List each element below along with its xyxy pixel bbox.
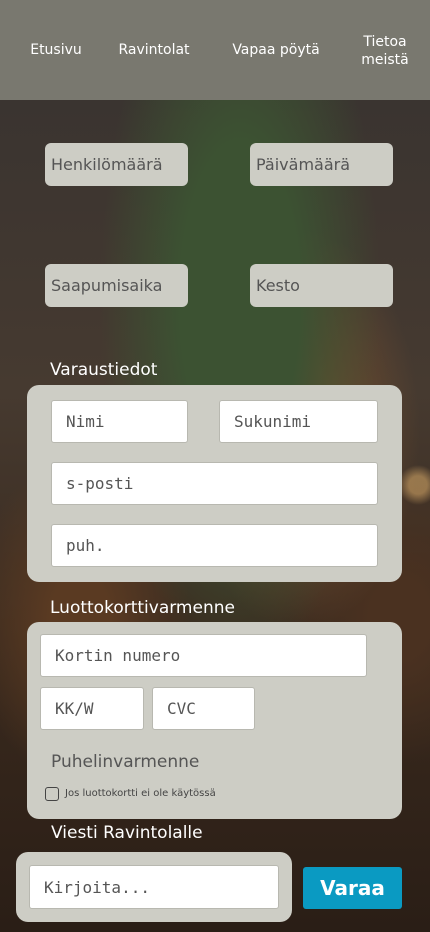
reservation-panel: [27, 385, 402, 582]
top-navigation: Etusivu Ravintolat Vapaa pöytä Tietoa me…: [0, 0, 430, 100]
arrival-time-select[interactable]: Saapumisaika: [45, 264, 188, 307]
reservation-title: Varaustiedot: [50, 360, 158, 380]
expiry-input[interactable]: [40, 687, 144, 730]
guests-select[interactable]: Henkilömäärä: [45, 143, 188, 186]
credit-card-panel: Puhelinvarmenne Jos luottokortti ei ole …: [27, 622, 402, 819]
nav-item-vapaa-poyta[interactable]: Vapaa pöytä: [230, 41, 322, 59]
phone-input[interactable]: [51, 524, 378, 567]
phone-verification-label: Jos luottokortti ei ole käytössä: [65, 788, 216, 799]
card-number-input[interactable]: [40, 634, 367, 677]
reserve-button[interactable]: Varaa: [303, 867, 402, 909]
first-name-input[interactable]: [51, 400, 188, 443]
message-input[interactable]: [29, 865, 279, 909]
email-input[interactable]: [51, 462, 378, 505]
nav-item-etusivu[interactable]: Etusivu: [28, 41, 84, 59]
cvc-input[interactable]: [152, 687, 255, 730]
credit-card-title: Luottokorttivarmenne: [50, 598, 235, 618]
message-title: Viesti Ravintolalle: [51, 823, 203, 843]
date-select[interactable]: Päivämäärä: [250, 143, 393, 186]
phone-verification-title: Puhelinvarmenne: [51, 752, 200, 772]
nav-item-tietoa-meista[interactable]: Tietoa meistä: [352, 33, 418, 69]
phone-verification-checkbox[interactable]: [45, 787, 59, 801]
nav-item-ravintolat[interactable]: Ravintolat: [116, 41, 192, 59]
last-name-input[interactable]: [219, 400, 378, 443]
message-panel: [16, 852, 292, 922]
duration-select[interactable]: Kesto: [250, 264, 393, 307]
